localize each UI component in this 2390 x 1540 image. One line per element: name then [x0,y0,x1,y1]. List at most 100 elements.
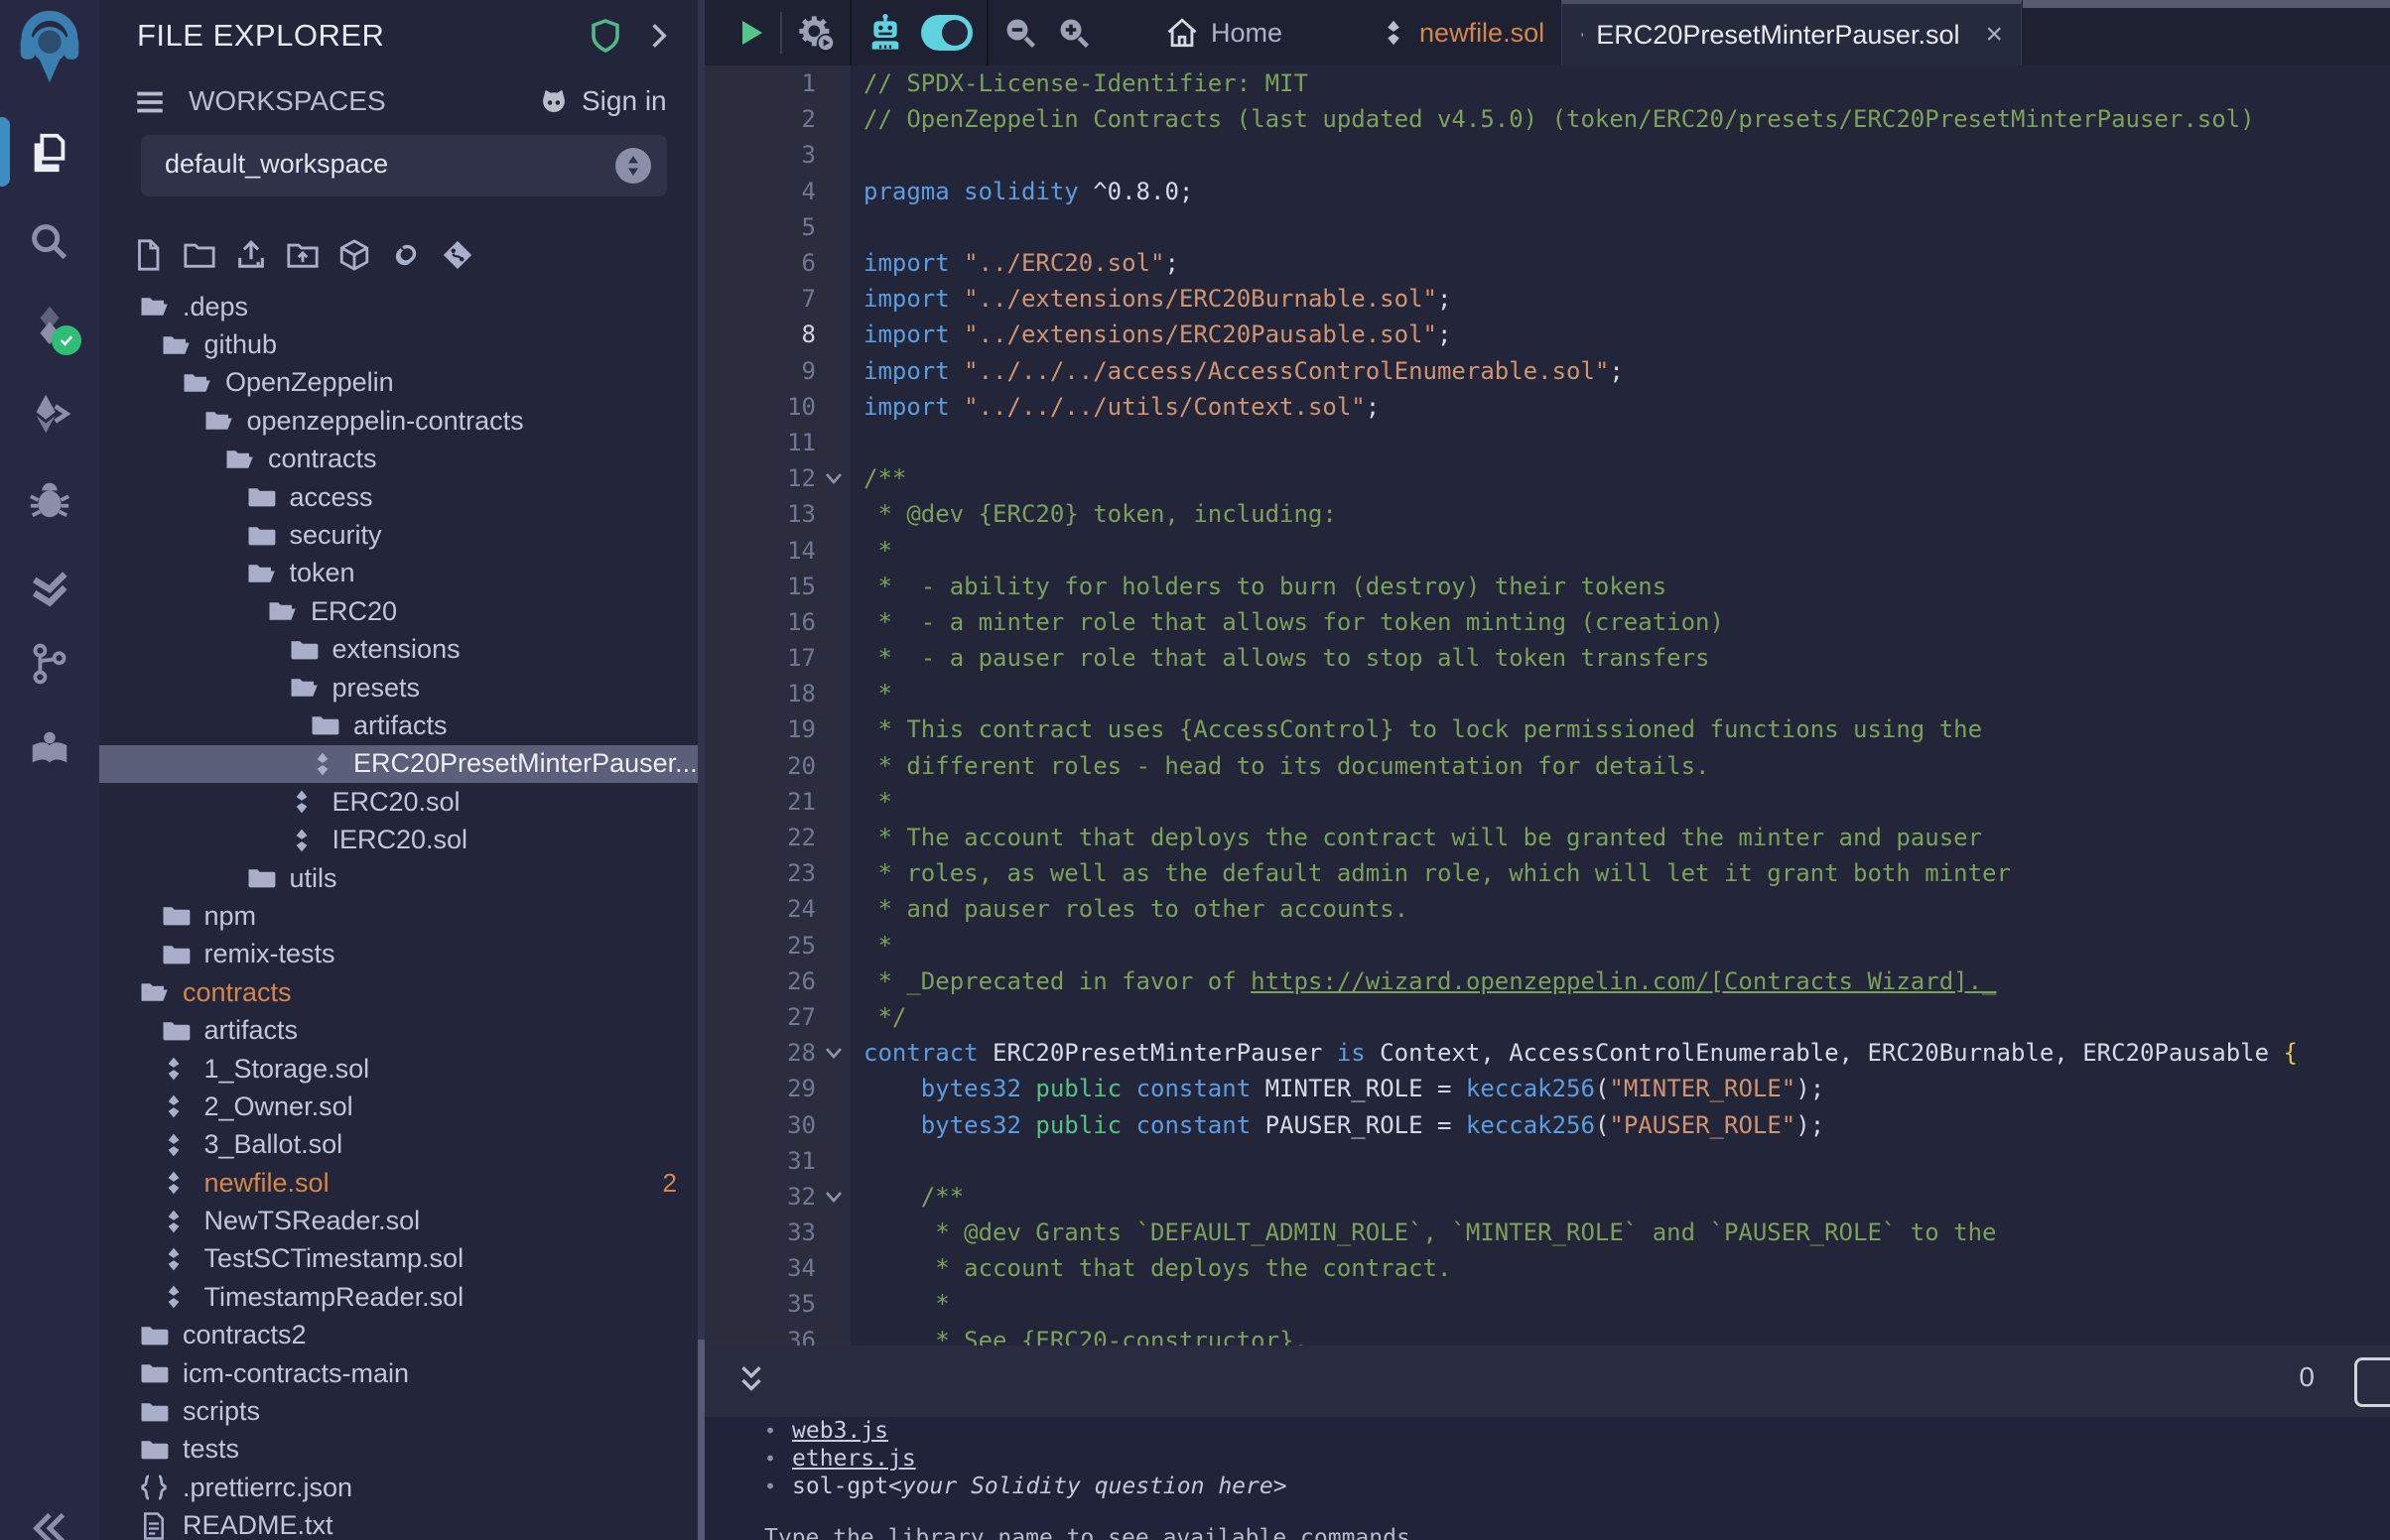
fold-chevron-icon[interactable] [822,1041,846,1065]
fold-chevron-icon[interactable] [822,466,846,490]
code-text: contract ERC20PresetMinterPauser is Cont… [863,1039,2298,1067]
tree-folder-artifacts[interactable]: artifacts [99,706,705,744]
tree-file-1_Storage.sol[interactable]: 1_Storage.sol [99,1050,705,1088]
tree-folder-github[interactable]: github [99,325,705,363]
tree-file-newfile.sol[interactable]: newfile.sol2 [99,1164,705,1202]
tree-folder-remix-tests[interactable]: remix-tests [99,936,705,973]
code-line-9: 9import "../../../access/AccessControlEn… [705,353,2390,389]
tree-folder-tests[interactable]: tests [99,1431,705,1469]
tree-item-label: openzeppelin-contracts [247,406,524,437]
import-link-icon[interactable] [389,238,423,272]
tree-folder-contracts[interactable]: contracts [99,441,705,478]
tree-folder-contracts2[interactable]: contracts2 [99,1317,705,1354]
github-signin-button[interactable]: Sign in [536,83,667,119]
tree-file-.prettierrc.json[interactable]: .prettierrc.json [99,1469,705,1506]
tree-file-README.txt[interactable]: README.txt [99,1507,705,1540]
tree-folder-presets[interactable]: presets [99,669,705,706]
tree-item-label: 3_Ballot.sol [204,1129,343,1160]
script-config-gear-icon[interactable] [796,13,836,53]
folder-icon [161,901,191,931]
tree-file-NewTSReader.sol[interactable]: NewTSReader.sol [99,1202,705,1239]
tree-folder-access[interactable]: access [99,478,705,516]
new-file-icon[interactable] [131,238,165,272]
terminal-output[interactable]: •web3.js•ethers.js•sol-gpt <your Solidit… [705,1417,2390,1540]
workspace-select[interactable]: default_workspace [141,135,667,196]
code-line-21: 21 * [705,784,2390,820]
explorer-scrollbar-thumb[interactable] [698,1340,705,1540]
terminal-checkbox[interactable] [2354,1357,2390,1407]
git-branch-icon[interactable] [0,628,99,700]
code-editor[interactable]: 1// SPDX-License-Identifier: MIT2// Open… [705,65,2390,1346]
activity-bar [0,0,101,1540]
code-line-34: 34 * account that deploys the contract. [705,1250,2390,1286]
tree-folder-token[interactable]: token [99,555,705,592]
tree-file-3_Ballot.sol[interactable]: 3_Ballot.sol [99,1126,705,1164]
debugger-icon[interactable] [0,464,99,536]
upload-file-icon[interactable] [234,238,268,272]
terminal-link-ethers.js[interactable]: •ethers.js [705,1445,2390,1473]
remix-logo[interactable] [14,10,85,85]
fold-chevron-icon[interactable] [822,1185,846,1209]
tab-close-icon[interactable]: × [1985,18,2003,52]
tabbar-scroll-indicator [2023,0,2390,8]
tree-item-label: .deps [183,292,248,322]
solidity-compiler-icon[interactable] [0,290,99,361]
tree-file-ERC20.sol[interactable]: ERC20.sol [99,783,705,821]
tree-folder-extensions[interactable]: extensions [99,631,705,669]
learn-plugin-icon[interactable] [0,713,99,785]
tree-item-label: extensions [332,634,461,665]
file-explorer-icon[interactable] [0,117,99,189]
clone-git-icon[interactable] [441,238,474,272]
collapse-left-icon[interactable] [0,1494,99,1540]
code-line-25: 25 * [705,928,2390,963]
shield-icon[interactable] [588,18,623,54]
tree-folder-npm[interactable]: npm [99,897,705,935]
tab-home[interactable]: Home [1147,0,1300,65]
line-number: 1 [705,69,816,97]
code-line-8: 8import "../extensions/ERC20Pausable.sol… [705,317,2390,352]
workspaces-menu-icon[interactable] [133,85,167,119]
tree-folder-.deps[interactable]: .deps [99,288,705,325]
unit-testing-icon[interactable] [0,552,99,623]
toolbar-divider [850,0,852,65]
code-line-5: 5 [705,209,2390,245]
tree-item-label: artifacts [353,710,448,741]
tree-folder-scripts[interactable]: scripts [99,1392,705,1430]
tree-folder-contracts[interactable]: contracts [99,973,705,1011]
tree-file-IERC20.sol[interactable]: IERC20.sol [99,821,705,858]
deploy-run-icon[interactable] [0,378,99,449]
run-script-icon[interactable] [734,17,766,49]
search-icon[interactable] [0,206,99,278]
ai-copilot-robot-icon[interactable] [865,13,905,53]
tree-folder-ERC20[interactable]: ERC20 [99,592,705,630]
tree-folder-OpenZeppelin[interactable]: OpenZeppelin [99,364,705,402]
new-folder-icon[interactable] [183,238,216,272]
load-cube-icon[interactable] [337,238,371,272]
sol-icon [161,1093,187,1119]
code-text: bytes32 public constant MINTER_ROLE = ke… [863,1075,1824,1102]
terminal-link-web3.js[interactable]: •web3.js [705,1417,2390,1445]
tree-folder-artifacts[interactable]: artifacts [99,1011,705,1049]
zoom-out-icon[interactable] [1002,15,1038,51]
tree-folder-security[interactable]: security [99,516,705,554]
upload-folder-icon[interactable] [286,238,320,272]
tree-folder-openzeppelin-contracts[interactable]: openzeppelin-contracts [99,402,705,440]
tree-folder-utils[interactable]: utils [99,859,705,897]
tab-active-file[interactable]: ERC20PresetMinterPauser.sol × [1561,0,2022,65]
workspace-updown-icon [615,148,651,184]
panel-chevron-right-icon[interactable] [643,20,675,52]
tree-file-TimestampReader.sol[interactable]: TimestampReader.sol [99,1278,705,1316]
tree-item-label: NewTSReader.sol [204,1206,421,1236]
terminal-expand-icon[interactable] [734,1363,768,1397]
tree-item-label: security [290,520,382,551]
explorer-scrollbar[interactable] [698,0,705,1540]
github-icon [536,83,572,119]
tree-folder-icm-contracts-main[interactable]: icm-contracts-main [99,1354,705,1392]
tree-file-TestSCTimestamp.sol[interactable]: TestSCTimestamp.sol [99,1240,705,1278]
braces-icon [139,1473,169,1502]
tab-newfile[interactable]: newfile.sol 2 [1362,0,1595,65]
zoom-in-icon[interactable] [1056,15,1092,51]
tree-file-ERC20PresetMinterPauser...[interactable]: ERC20PresetMinterPauser... [99,745,705,783]
tree-file-2_Owner.sol[interactable]: 2_Owner.sol [99,1088,705,1125]
ai-copilot-toggle[interactable] [921,15,973,51]
